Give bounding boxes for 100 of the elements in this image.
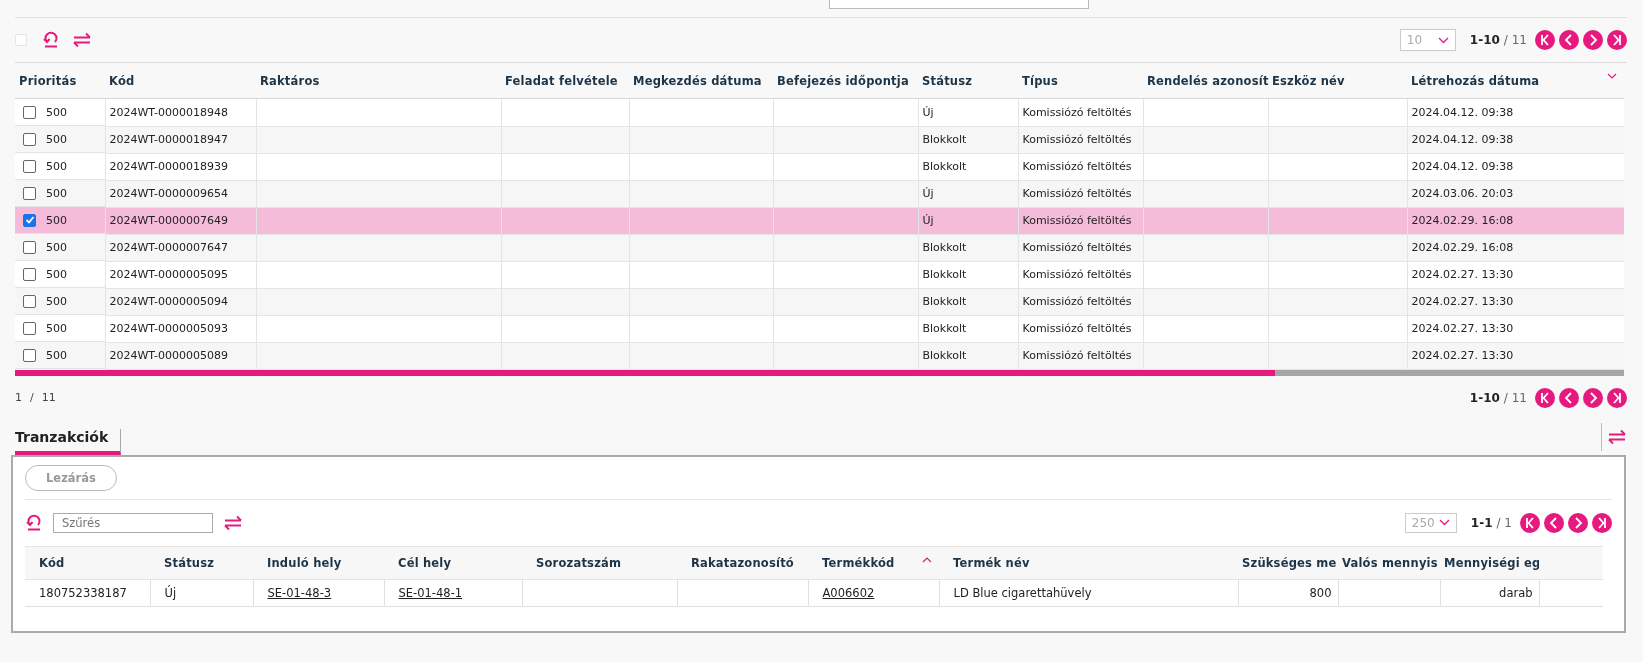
column-header[interactable]: Sorozatszám [522,546,677,579]
table-cell: LD Blue cigarettahüvely [953,585,1092,600]
table-cell: 2024WT-0000005094 [109,295,229,308]
swap-arrows-icon[interactable] [1607,429,1627,445]
table-cell: 500 [46,267,67,281]
page-total: / 11 [1503,33,1527,47]
page-range: 1-10 [1469,33,1500,47]
table-cell: 2024WT-0000005089 [109,349,229,362]
column-header[interactable]: Termék név [939,546,1238,579]
column-header[interactable]: Kód [25,546,150,579]
column-header[interactable]: Megkezdés dátuma [629,63,773,99]
table-cell: Új [164,585,177,600]
next-page-button[interactable] [1568,512,1588,533]
table-cell: 2024WT-0000005095 [109,268,229,281]
table-cell: 500 [46,321,67,335]
table-cell: 500 [46,213,67,227]
row-checkbox[interactable] [23,267,36,281]
column-header[interactable]: Termékkód [808,546,939,579]
chevron-down-icon [1437,36,1449,44]
table-cell: 2024WT-0000018939 [109,160,229,173]
row-checkbox[interactable] [23,159,36,173]
table-cell: Komissiózó feltöltés [1022,241,1132,254]
table-cell: 2024.02.27. 13:30 [1411,322,1514,335]
table-cell: Komissiózó feltöltés [1022,295,1132,308]
column-header[interactable]: Státusz [150,546,253,579]
column-header[interactable]: Létrehozás dátuma [1407,63,1624,99]
page-indicator-total: 11 [41,391,56,404]
row-checkbox[interactable] [23,132,36,146]
page-indicator-separator: / [30,391,34,404]
page-range: 1-1 [1470,515,1493,530]
row-checkbox[interactable] [23,213,36,227]
previous-page-button[interactable] [1544,512,1564,533]
column-header[interactable]: Induló hely [253,546,384,579]
table-cell: 2024.02.29. 16:08 [1411,214,1514,227]
refresh-icon[interactable] [42,31,60,49]
table-cell: darab [1499,585,1533,600]
table-cell: Új [922,105,934,119]
row-checkbox[interactable] [23,321,36,335]
table-cell: 2024WT-0000007649 [109,214,229,227]
column-header[interactable]: Feladat felvétele [501,63,629,99]
column-header[interactable]: Szükséges me [1238,546,1338,579]
table-cell: Blokkolt [922,322,967,335]
first-page-button[interactable] [1535,30,1555,50]
column-header[interactable]: Kód [105,63,256,99]
filter-field[interactable]: Szűrés [53,512,213,533]
table-cell: Blokkolt [922,295,967,308]
table-cell: 2024WT-0000007647 [109,241,229,254]
swap-arrows-icon[interactable] [223,514,243,531]
previous-page-button[interactable] [1559,30,1579,50]
column-header[interactable]: Eszköz név [1268,63,1407,99]
row-checkbox[interactable] [23,294,36,308]
table-cell: 2024.02.27. 13:30 [1411,295,1514,308]
column-header[interactable]: Mennyiségi eg [1440,546,1539,579]
last-page-button[interactable] [1607,30,1627,50]
table-cell: Blokkolt [922,160,967,173]
refresh-icon[interactable] [25,513,43,532]
row-checkbox[interactable] [23,186,36,200]
row-checkbox[interactable] [23,105,36,119]
table-cell: 2024.03.06. 20:03 [1411,187,1514,200]
column-header[interactable]: Valós mennyis [1338,546,1440,579]
table-cell: 2024WT-0000005093 [109,322,229,335]
table-cell: Komissiózó feltöltés [1022,160,1132,173]
table-cell: 2024.04.12. 09:38 [1411,160,1514,173]
table-cell: 2024.04.12. 09:38 [1411,105,1514,119]
row-checkbox[interactable] [23,240,36,254]
row-checkbox[interactable] [23,348,36,362]
sort-descending-icon[interactable] [1606,71,1618,81]
horizontal-scrollbar[interactable] [15,369,1624,376]
select-all-checkbox[interactable] [15,34,27,46]
table-cell: Komissiózó feltöltés [1022,187,1132,200]
table-cell: 500 [46,105,67,119]
table-cell: Komissiózó feltöltés [1022,214,1132,227]
table-cell: Blokkolt [922,241,967,254]
column-header[interactable]: Befejezés időpontja [773,63,918,99]
table-cell: Új [922,214,934,227]
column-header[interactable]: Típus [1018,63,1143,99]
table-cell: Komissiózó feltöltés [1022,349,1132,362]
first-page-button[interactable] [1520,512,1540,533]
table-cell: 500 [46,186,67,200]
last-page-button[interactable] [1592,512,1612,533]
column-header[interactable]: Rendelés azonosít [1143,63,1268,99]
next-page-button[interactable] [1583,30,1603,50]
swap-arrows-icon[interactable] [72,32,92,48]
date-filter-field[interactable] [829,0,1089,9]
last-page-button[interactable] [1607,387,1627,408]
column-header[interactable]: Cél hely [384,546,522,579]
next-page-button[interactable] [1583,387,1603,408]
column-header[interactable]: Státusz [918,63,1018,99]
first-page-button[interactable] [1535,387,1555,408]
table-cell: Komissiózó feltöltés [1022,105,1132,119]
column-header[interactable]: Raktáros [256,63,501,99]
page-indicator: 1 [15,391,22,404]
table-cell: 500 [46,132,67,146]
column-header[interactable]: Prioritás [15,63,105,99]
table-cell: Blokkolt [922,133,967,146]
previous-page-button[interactable] [1559,387,1579,408]
table-cell: 2024.02.27. 13:30 [1411,349,1514,362]
column-header[interactable]: Rakatazonosító [677,546,808,579]
table-cell: 800 [1309,585,1332,600]
table-cell: 2024WT-0000009654 [109,187,229,200]
